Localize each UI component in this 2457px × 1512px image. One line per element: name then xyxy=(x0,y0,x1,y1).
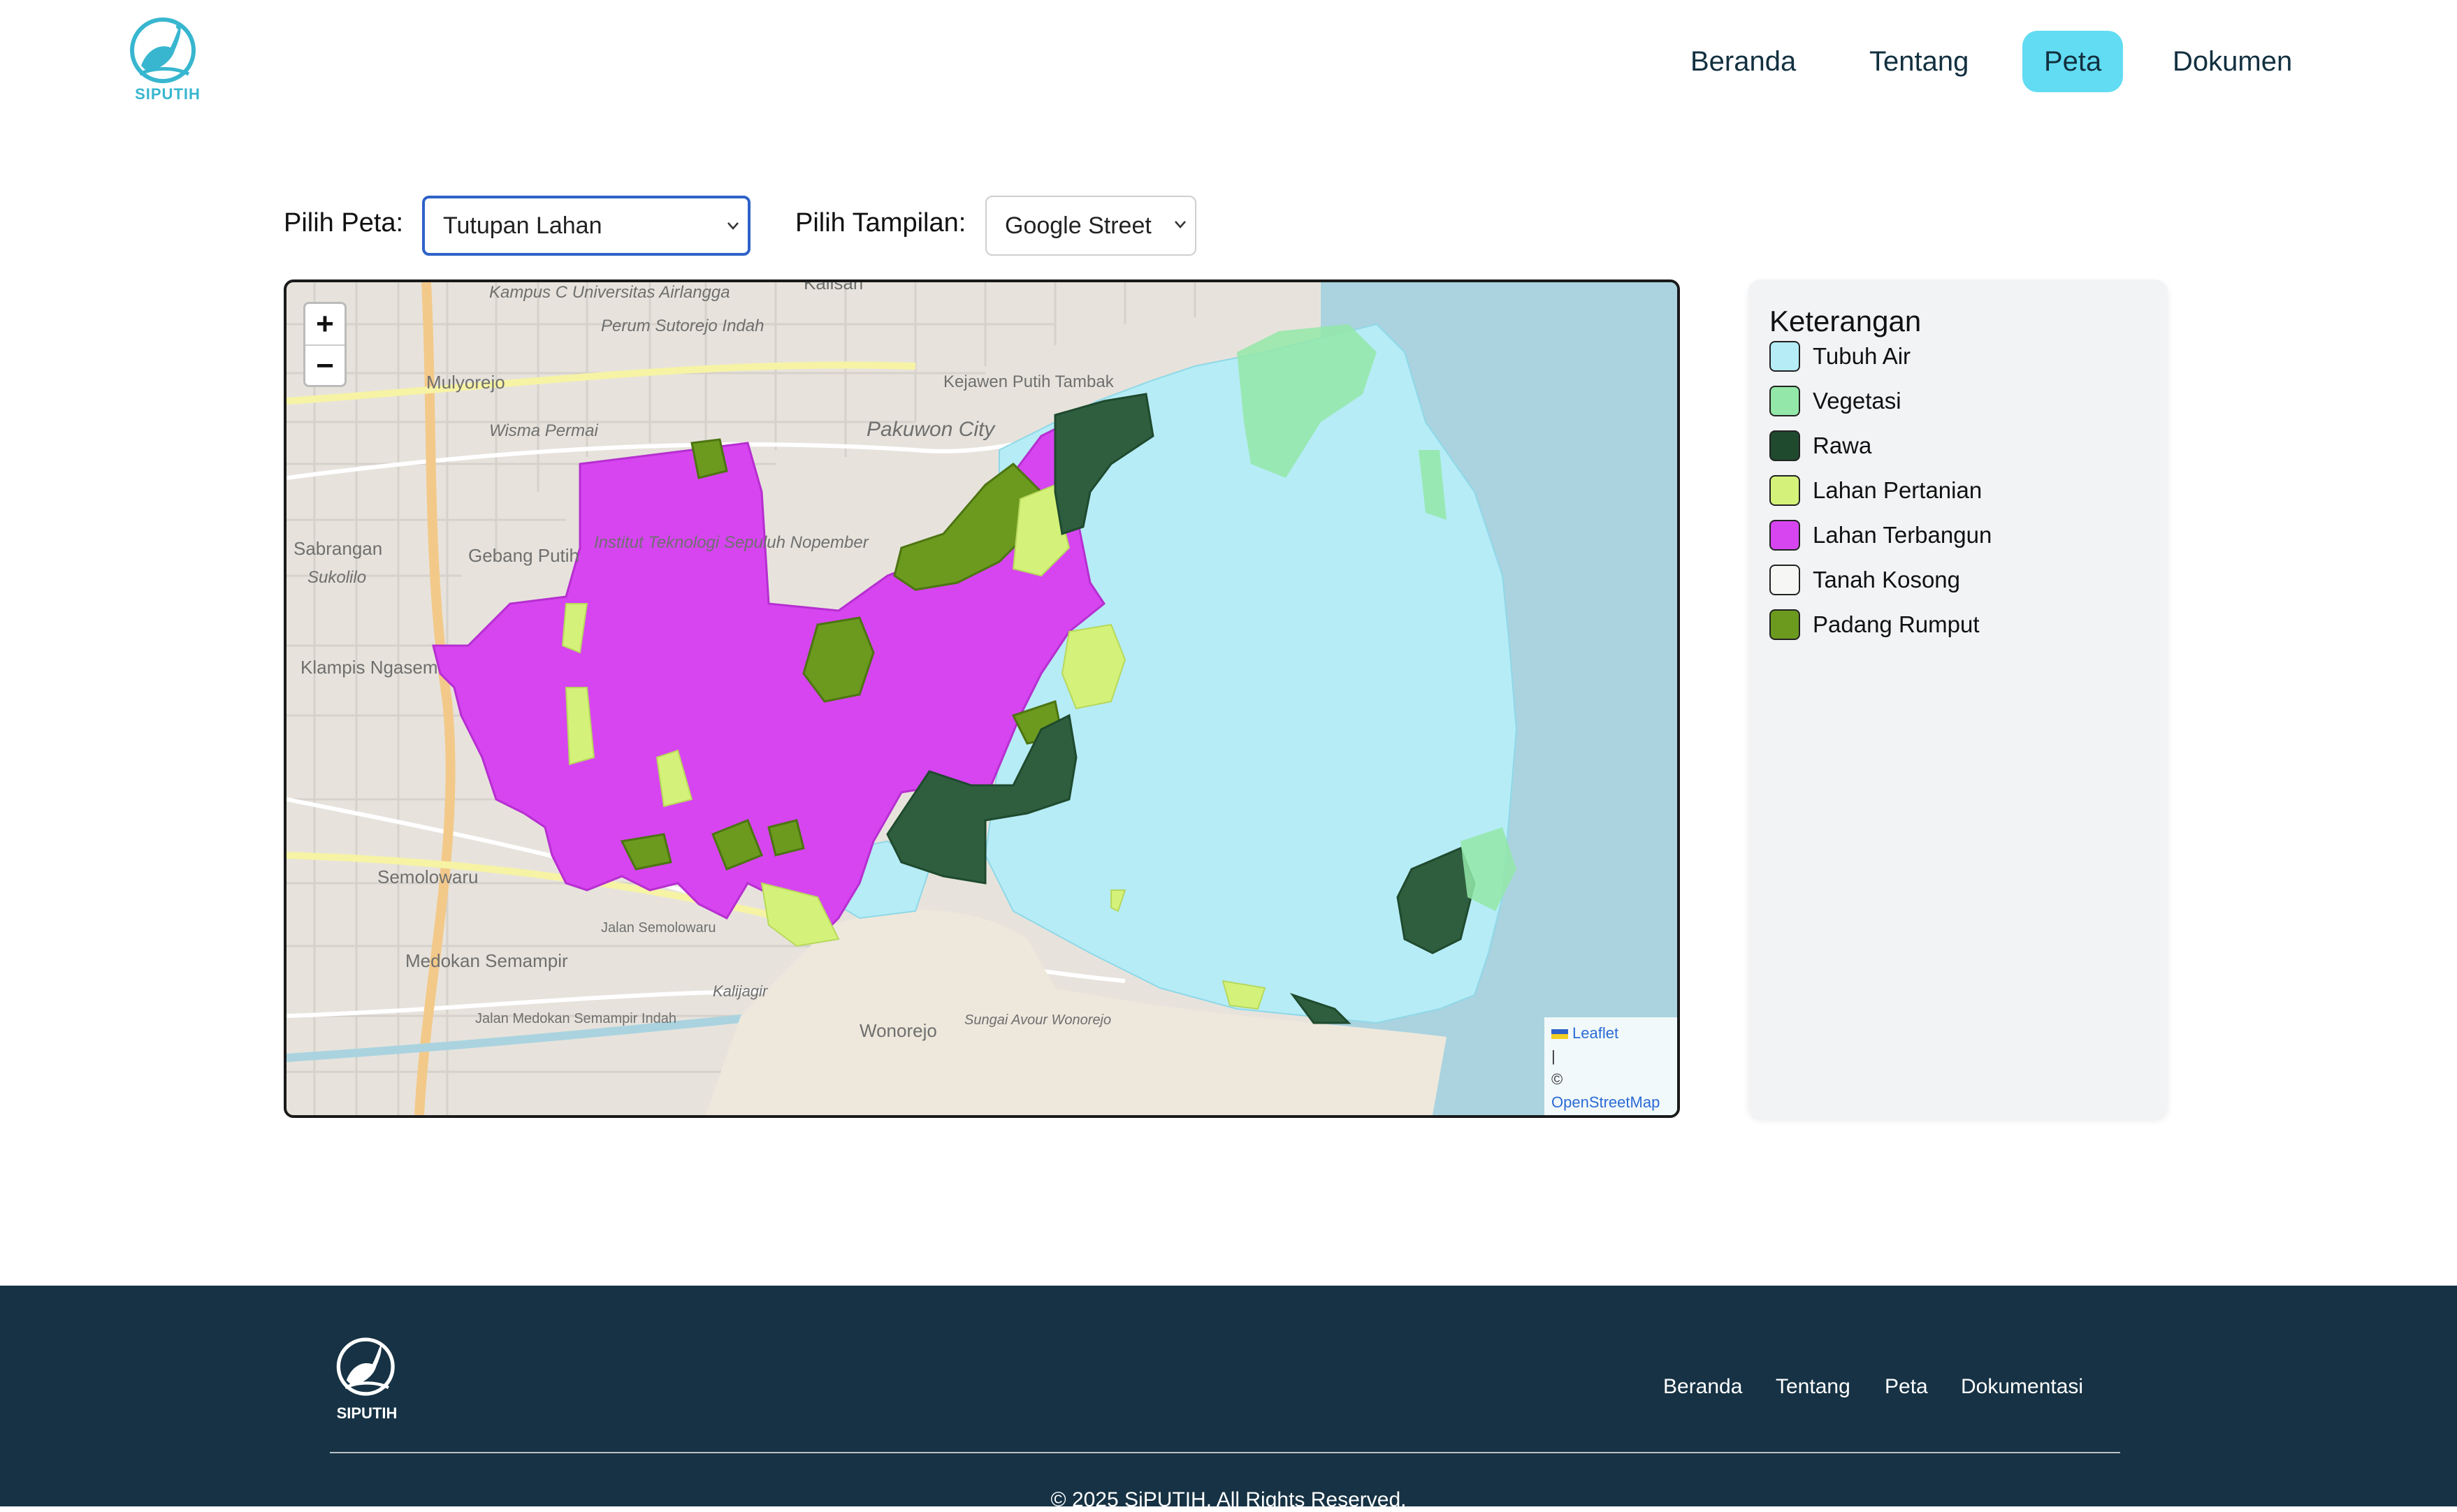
pilih-peta-label: Pilih Peta: xyxy=(284,208,404,238)
legend-label: Tubuh Air xyxy=(1813,343,1911,369)
map-label: Jalan Medokan Semampir Indah xyxy=(475,1011,676,1026)
attribution-separator: | xyxy=(1551,1047,1556,1065)
legend-item: Tanah Kosong xyxy=(1769,565,1960,595)
footer-copyright: © 2025 SiPUTIH. All Rights Reserved. xyxy=(1050,1488,1407,1511)
map-canvas[interactable]: Kampus C Universitas Airlangga Perum Sut… xyxy=(287,282,1677,1115)
attribution-copyright: © xyxy=(1551,1070,1563,1088)
map-label: Perum Sutorejo Indah xyxy=(601,317,764,335)
heron-logo-icon xyxy=(336,1337,395,1396)
legend-label: Vegetasi xyxy=(1813,388,1901,414)
main-road xyxy=(287,361,916,405)
legend-label: Rawa xyxy=(1813,432,1872,458)
logo-text: SIPUTIH xyxy=(135,85,201,103)
grassland-polygon xyxy=(690,438,728,479)
map-label: Medokan Semampir xyxy=(405,950,568,971)
map-select-value: Tutupan Lahan xyxy=(443,212,602,239)
view-select-value: Google Street xyxy=(1005,212,1152,239)
legend-label: Tanah Kosong xyxy=(1813,567,1961,593)
map-label: Institut Teknologi Sepuluh Nopember xyxy=(594,533,869,552)
map-select[interactable]: Tutupan Lahan xyxy=(422,196,751,256)
map-label: Pakuwon City xyxy=(867,418,996,441)
footer-link-peta[interactable]: Peta xyxy=(1885,1375,1928,1399)
zoom-out-button[interactable]: − xyxy=(305,344,345,386)
map-label: Mulyorejo xyxy=(426,372,505,393)
map-label: Kampus C Universitas Airlangga xyxy=(489,283,730,302)
map-label: Semolowaru xyxy=(377,866,479,887)
legend-swatch xyxy=(1769,430,1800,461)
legend-item: Lahan Terbangun xyxy=(1769,520,1992,551)
legend-item: Lahan Pertanian xyxy=(1769,475,1982,506)
legend-item: Rawa xyxy=(1769,430,1871,461)
legend-swatch xyxy=(1769,609,1800,640)
legend-swatch xyxy=(1769,475,1800,506)
openstreetmap-link[interactable]: OpenStreetMap xyxy=(1551,1091,1670,1114)
ukraine-flag-icon xyxy=(1551,1029,1568,1040)
legend-label: Lahan Pertanian xyxy=(1813,477,1983,503)
grassland-polygon xyxy=(767,819,805,857)
view-select[interactable]: Google Street xyxy=(985,196,1196,256)
legend-swatch xyxy=(1769,341,1800,372)
map-label: Jalan Semolowaru xyxy=(601,920,716,936)
leaflet-link[interactable]: Leaflet xyxy=(1572,1024,1618,1042)
footer-logo[interactable]: SIPUTIH xyxy=(330,1332,404,1423)
footer-link-beranda[interactable]: Beranda xyxy=(1663,1375,1742,1399)
map-label: Kalisari xyxy=(804,282,863,293)
siputih-logo[interactable]: SIPUTIH xyxy=(126,15,210,106)
map-label: Kejawen Putih Tambak xyxy=(943,372,1115,391)
zoom-control: + − xyxy=(303,302,347,387)
footer-divider xyxy=(330,1452,2120,1453)
map-attribution: Leaflet | © OpenStreetMap xyxy=(1544,1017,1677,1115)
nav-peta[interactable]: Peta xyxy=(2022,31,2124,92)
nav-dokumen[interactable]: Dokumen xyxy=(2151,31,2314,92)
zoom-in-button[interactable]: + xyxy=(305,304,345,344)
legend-item: Padang Rumput xyxy=(1769,609,1980,640)
map-legend: Keterangan Tubuh Air Vegetasi Rawa Lahan Pe… xyxy=(1748,279,2168,1118)
site-footer: SIPUTIH Beranda Tentang Peta Dokumentasi… xyxy=(0,1286,2457,1511)
legend-item: Vegetasi xyxy=(1769,386,1901,416)
site-header: SIPUTIH Beranda Tentang Peta Dokumen xyxy=(0,0,2457,126)
land-cover-map[interactable]: Kampus C Universitas Airlangga Perum Sut… xyxy=(284,279,1680,1118)
map-label: Sukolilo xyxy=(307,568,366,587)
legend-swatch xyxy=(1769,386,1800,416)
pilih-tampilan-label: Pilih Tampilan: xyxy=(795,208,966,238)
map-label: Klampis Ngasem xyxy=(300,657,438,678)
map-label: Wonorejo xyxy=(860,1020,937,1041)
map-label: Gebang Putih xyxy=(468,545,579,566)
footer-link-dokumentasi[interactable]: Dokumentasi xyxy=(1961,1375,2083,1399)
legend-item: Tubuh Air xyxy=(1769,341,1911,372)
map-label: Sabrangan xyxy=(293,538,382,559)
map-label: Wisma Permai xyxy=(489,421,598,440)
legend-label: Padang Rumput xyxy=(1813,611,1980,637)
footer-logo-text: SIPUTIH xyxy=(336,1404,398,1422)
nav-beranda[interactable]: Beranda xyxy=(1669,31,1818,92)
legend-swatch xyxy=(1769,520,1800,551)
chevron-down-icon xyxy=(727,222,739,230)
footer-link-tentang[interactable]: Tentang xyxy=(1776,1375,1850,1399)
main-road xyxy=(414,282,456,1115)
legend-label: Lahan Terbangun xyxy=(1813,522,1992,548)
legend-swatch xyxy=(1769,565,1800,595)
chevron-down-icon xyxy=(1175,221,1186,228)
nav-tentang[interactable]: Tentang xyxy=(1848,31,1990,92)
map-label: Kalijagir xyxy=(713,982,769,1000)
map-label: Sungai Avour Wonorejo xyxy=(964,1012,1111,1028)
legend-title: Keterangan xyxy=(1769,305,1922,337)
heron-logo-icon xyxy=(130,17,196,83)
